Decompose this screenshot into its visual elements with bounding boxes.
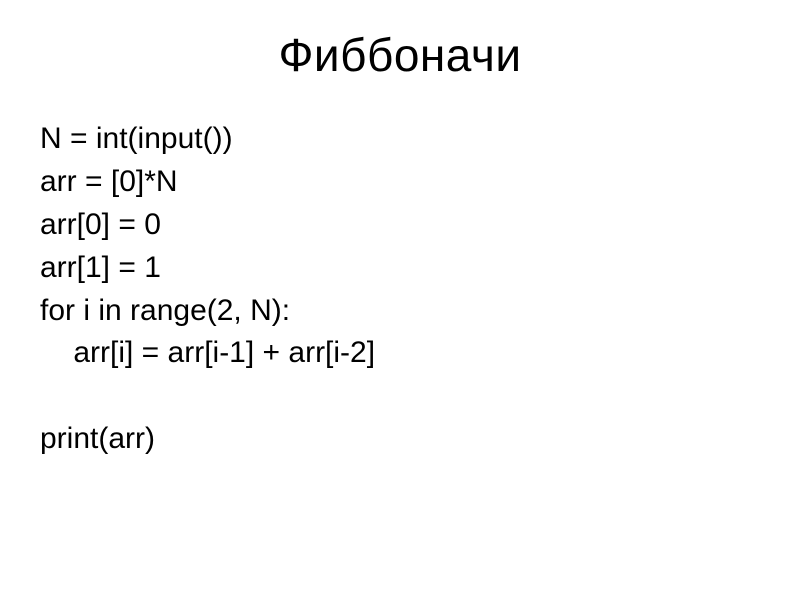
code-line: arr[1] = 1 bbox=[40, 247, 760, 290]
slide-container: Фиббоначи N = int(input()) arr = [0]*N a… bbox=[0, 0, 800, 600]
code-line: arr[i] = arr[i-1] + arr[i-2] bbox=[40, 332, 760, 375]
code-line: N = int(input()) bbox=[40, 118, 760, 161]
code-line: arr = [0]*N bbox=[40, 161, 760, 204]
code-line: print(arr) bbox=[40, 418, 760, 461]
slide-title: Фиббоначи bbox=[40, 28, 760, 82]
code-line: arr[0] = 0 bbox=[40, 204, 760, 247]
code-line: for i in range(2, N): bbox=[40, 290, 760, 333]
code-block: N = int(input()) arr = [0]*N arr[0] = 0 … bbox=[40, 118, 760, 461]
blank-line bbox=[40, 375, 760, 418]
